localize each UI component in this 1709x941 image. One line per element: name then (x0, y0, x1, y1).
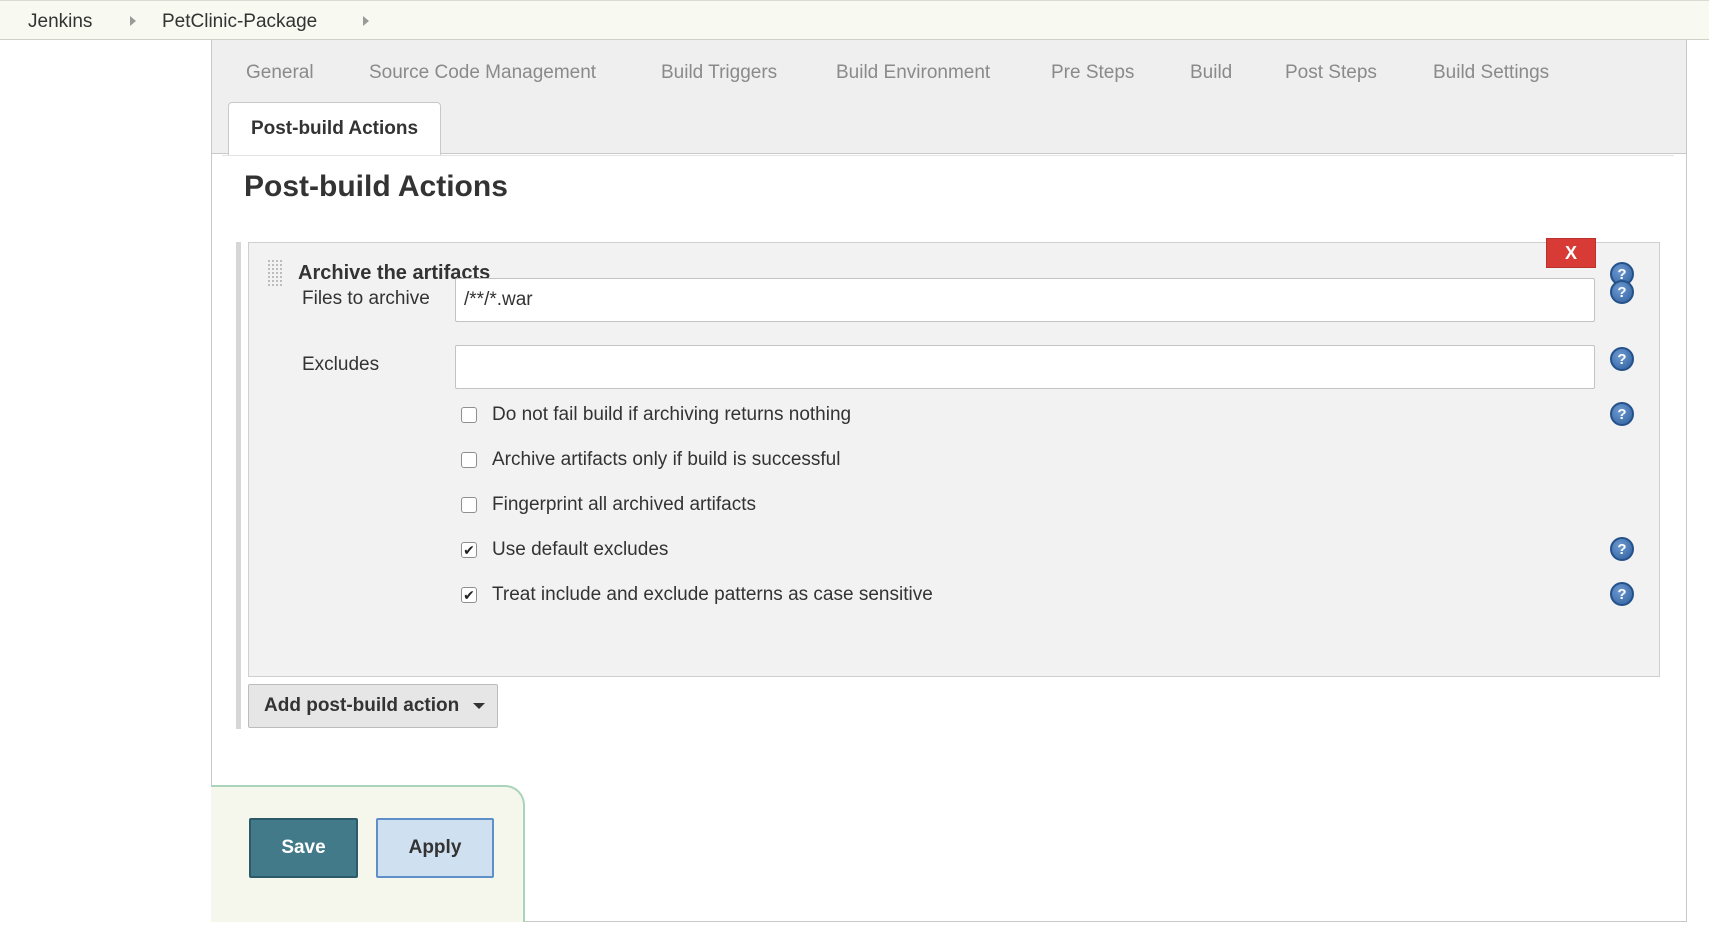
excludes-label: Excludes (302, 354, 380, 375)
chevron-right-icon[interactable] (363, 16, 369, 26)
tab-general[interactable]: General (246, 62, 314, 84)
apply-button[interactable]: Apply (376, 818, 494, 878)
tab-build[interactable]: Build (1190, 62, 1232, 84)
help-icon[interactable]: ? (1610, 402, 1634, 426)
tab-build-settings[interactable]: Build Settings (1433, 62, 1549, 84)
tab-post-steps[interactable]: Post Steps (1285, 62, 1377, 84)
checkbox-label: Archive artifacts only if build is succe… (492, 449, 841, 470)
files-to-archive-input[interactable] (455, 278, 1595, 322)
help-icon[interactable]: ? (1610, 537, 1634, 561)
section-divider (222, 155, 1674, 156)
help-icon[interactable]: ? (1610, 582, 1634, 606)
fingerprint-checkbox[interactable] (461, 497, 477, 513)
do-not-fail-checkbox[interactable] (461, 407, 477, 423)
only-if-successful-checkbox[interactable] (461, 452, 477, 468)
checkbox-row[interactable]: Fingerprint all archived artifacts (461, 491, 756, 519)
tab-build-environment[interactable]: Build Environment (836, 62, 990, 84)
tab-build-triggers[interactable]: Build Triggers (661, 62, 777, 84)
help-icon[interactable]: ? (1610, 347, 1634, 371)
tab-post-build-actions[interactable]: Post-build Actions (228, 102, 441, 155)
checkbox-row[interactable]: ✔ Treat include and exclude patterns as … (461, 581, 933, 609)
checkbox-label: Use default excludes (492, 539, 669, 560)
checkbox-row[interactable]: Do not fail build if archiving returns n… (461, 401, 851, 429)
breadcrumb-item-jenkins[interactable]: Jenkins (28, 11, 92, 33)
case-sensitive-checkbox[interactable]: ✔ (461, 587, 477, 603)
breadcrumb-item-job[interactable]: PetClinic-Package (162, 11, 317, 33)
caret-down-icon (473, 703, 486, 709)
config-tab-bar: General Source Code Management Build Tri… (212, 40, 1686, 155)
section-title: Post-build Actions (244, 170, 508, 203)
delete-step-button[interactable]: X (1546, 238, 1596, 268)
default-excludes-checkbox[interactable]: ✔ (461, 542, 477, 558)
drag-handle-icon[interactable] (267, 259, 283, 287)
excludes-input[interactable] (455, 345, 1595, 389)
checkbox-row[interactable]: Archive artifacts only if build is succe… (461, 446, 840, 474)
checkbox-label: Do not fail build if archiving returns n… (492, 404, 852, 425)
chevron-right-icon[interactable] (130, 16, 136, 26)
save-button[interactable]: Save (249, 818, 358, 878)
files-to-archive-label: Files to archive (302, 288, 430, 309)
tab-pre-steps[interactable]: Pre Steps (1051, 62, 1134, 84)
checkbox-label: Treat include and exclude patterns as ca… (492, 584, 933, 605)
help-icon[interactable]: ? (1610, 280, 1634, 304)
tab-source-code-management[interactable]: Source Code Management (369, 62, 596, 84)
checkbox-row[interactable]: ✔ Use default excludes (461, 536, 668, 564)
breadcrumb: Jenkins PetClinic-Package (0, 0, 1709, 40)
checkbox-label: Fingerprint all archived artifacts (492, 494, 756, 515)
add-post-build-action-button[interactable]: Add post-build action (248, 684, 498, 728)
add-post-build-action-label: Add post-build action (264, 695, 460, 716)
